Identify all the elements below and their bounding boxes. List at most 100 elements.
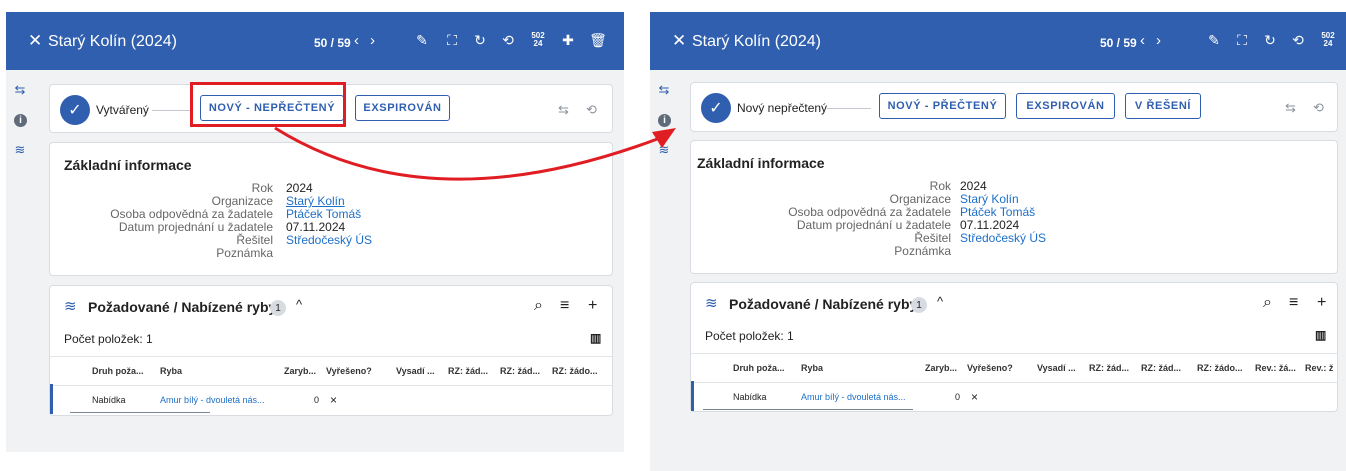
fish-icon[interactable]: ≋ [12,142,28,158]
value-solver[interactable]: Středočeský ÚS [960,231,1046,245]
status-button-expired[interactable]: EXSPIROVÁN [1016,93,1115,119]
fish-icon: ≋ [64,298,77,315]
add-icon[interactable]: + [588,297,597,315]
right-panel: ✕ Starý Kolín (2024) 50 / 59 ‹ › ✎ ⛶ ↻ ⟲… [650,12,1346,471]
list-icon[interactable]: ≡ [560,297,569,315]
col-rz-3[interactable]: RZ: žádo... [1197,363,1243,373]
fullscreen-icon[interactable]: ⛶ [444,32,460,48]
col-rz-2[interactable]: RZ: žád... [1141,363,1181,373]
col-vysadi[interactable]: Vysadí ... [1037,363,1076,373]
label-note: Poznámka [894,244,951,258]
pager-counter: 50 / 59 [1100,36,1137,50]
edit-icon[interactable]: ✎ [414,32,430,48]
basic-info-card: Základní informace Rok 2024 Organizace S… [49,142,613,276]
workflow-icon[interactable]: ⇆ [12,82,28,98]
col-rev-1[interactable]: Rev.: žá... [1255,363,1296,373]
status-button-new-read[interactable]: NOVÝ - PŘEČTENÝ [879,93,1006,119]
col-ryba[interactable]: Ryba [801,363,823,373]
history-icon[interactable]: ⟲ [1290,32,1306,48]
current-status: Nový nepřečtený [737,101,828,115]
fish-icon: ≋ [705,295,718,312]
prev-button[interactable]: ‹ [1140,32,1145,49]
col-druh[interactable]: Druh poža... [733,363,785,373]
col-zaryb[interactable]: Zaryb... [925,363,957,373]
header-bar: ✕ Starý Kolín (2024) 50 / 59 ‹ › ✎ ⛶ ↻ ⟲… [6,12,624,70]
table-row[interactable]: Nabídka Amur bílý - dvouletá nás... 0 × [50,384,612,414]
check-icon: ✓ [60,95,90,125]
item-count: Počet položek: 1 [705,329,794,343]
col-druh[interactable]: Druh poža... [92,366,144,376]
side-rail: ⇆ i ≋ [6,70,38,452]
header-bar: ✕ Starý Kolín (2024) 50 / 59 ‹ › ✎ ⛶ ↻ ⟲… [650,12,1346,70]
workflow-icon[interactable]: ⇆ [1285,100,1296,116]
value-meeting-date: 07.11.2024 [960,218,1020,232]
count-badge: 1 [911,297,927,313]
year-502-24-icon[interactable]: 502 24 [1320,32,1336,48]
current-status: Vytvářený [96,103,149,117]
item-count: Počet položek: 1 [64,332,153,346]
columns-icon[interactable]: ▥ [590,331,601,345]
label-organization: Organizace [211,194,273,208]
cell-druh: Nabídka [92,395,126,405]
next-button[interactable]: › [370,32,375,49]
list-icon[interactable]: ≡ [1289,294,1298,312]
status-line [827,108,871,109]
collapse-icon[interactable]: ^ [296,297,302,312]
pager-counter: 50 / 59 [314,36,351,50]
close-icon[interactable]: ✕ [672,31,686,51]
workflow-icon[interactable]: ⇆ [558,102,569,118]
cell-zaryb: 0 [955,392,961,402]
col-vyreseno[interactable]: Vyřešeno? [967,363,1013,373]
value-organization[interactable]: Starý Kolín [286,194,345,208]
section-title: Základní informace [64,157,192,173]
basic-info-card: Základní informace Rok 2024 Organizace S… [690,140,1338,274]
col-rz-2[interactable]: RZ: žád... [500,366,540,376]
col-zaryb[interactable]: Zaryb... [284,366,316,376]
next-button[interactable]: › [1156,32,1161,49]
col-vysadi[interactable]: Vysadí ... [396,366,435,376]
add-icon[interactable]: + [1317,294,1326,312]
col-rev-2[interactable]: Rev.: ž [1305,363,1333,373]
value-year: 2024 [960,179,987,193]
status-button-in-progress[interactable]: V ŘEŠENÍ [1125,93,1201,119]
edit-icon[interactable]: ✎ [1206,32,1222,48]
info-icon[interactable]: i [658,114,671,127]
search-icon[interactable]: ⌕ [1263,294,1272,312]
value-solver[interactable]: Středočeský ÚS [286,233,372,247]
collapse-icon[interactable]: ^ [937,294,943,309]
prev-button[interactable]: ‹ [354,32,359,49]
col-ryba[interactable]: Ryba [160,366,182,376]
label-meeting-date: Datum projednání u žadatele [118,220,273,234]
cell-ryba[interactable]: Amur bílý - dvouletá nás... [160,395,265,405]
value-responsible-person[interactable]: Ptáček Tomáš [286,207,361,221]
columns-icon[interactable]: ▥ [1315,328,1326,342]
history-icon[interactable]: ⟲ [1313,100,1324,116]
label-meeting-date: Datum projednání u žadatele [796,218,951,232]
status-button-expired[interactable]: EXSPIROVÁN [355,95,450,121]
value-organization[interactable]: Starý Kolín [960,192,1019,206]
cell-ryba[interactable]: Amur bílý - dvouletá nás... [801,392,906,402]
cell-vyreseno: × [971,390,979,404]
add-fish-icon[interactable]: ✚ [560,32,576,48]
search-icon[interactable]: ⌕ [534,297,543,315]
col-rz-3[interactable]: RZ: žádo... [552,366,598,376]
fish-section-title: Požadované / Nabízené ryby [729,296,918,312]
info-icon[interactable]: i [14,114,27,127]
workflow-icon[interactable]: ⇆ [656,82,672,98]
history-icon[interactable]: ⟲ [500,32,516,48]
row-underline [70,412,210,413]
history-icon[interactable]: ⟲ [586,102,597,118]
fullscreen-icon[interactable]: ⛶ [1234,32,1250,48]
col-vyreseno[interactable]: Vyřešeno? [326,366,372,376]
value-responsible-person[interactable]: Ptáček Tomáš [960,205,1035,219]
fish-icon[interactable]: ≋ [656,142,672,158]
col-rz-1[interactable]: RZ: žád... [448,366,488,376]
status-card: ✓ Nový nepřečtený NOVÝ - PŘEČTENÝ EXSPIR… [690,82,1338,132]
year-502-24-icon[interactable]: 502 24 [530,32,546,48]
refresh-icon[interactable]: ↻ [472,32,488,48]
refresh-icon[interactable]: ↻ [1262,32,1278,48]
close-icon[interactable]: ✕ [28,31,42,51]
table-row[interactable]: Nabídka Amur bílý - dvouletá nás... 0 × [691,381,1337,411]
delete-icon[interactable]: 🗑 [589,32,607,48]
col-rz-1[interactable]: RZ: žád... [1089,363,1129,373]
